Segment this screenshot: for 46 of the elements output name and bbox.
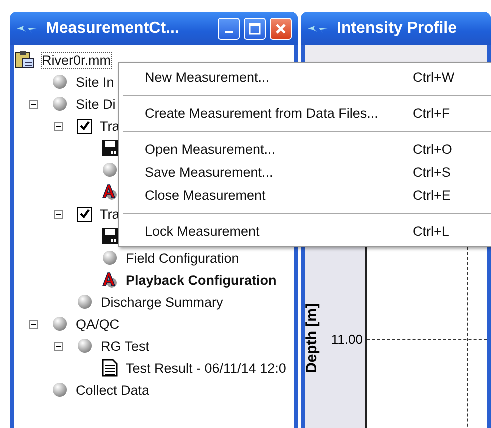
tree-item[interactable]: Field Configuration [126,250,240,266]
sphere-icon [102,250,118,266]
collapse-toggle[interactable] [54,342,63,350]
tree-item[interactable]: Test Result - 06/11/14 12:0 [126,360,286,376]
menu-item[interactable]: Close Measurement Ctrl+E [119,184,491,207]
tree-item[interactable]: Collect Data [76,382,150,398]
tree-item[interactable]: River0r.mm [42,52,112,68]
sphere-icon [52,96,68,112]
window-title: MeasurementCt... [46,20,180,38]
menu-item[interactable]: New Measurement... Ctrl+W [119,66,491,89]
axis-label: Depth [m] [304,304,320,374]
menu-item[interactable]: Lock Measurement Ctrl+L [119,220,491,243]
tree-item[interactable]: Site In [76,74,114,90]
collapse-toggle[interactable] [29,100,38,108]
minimize-icon [225,31,233,33]
document-icon [102,359,118,377]
sphere-icon [102,162,118,178]
checkbox[interactable] [77,118,92,134]
window-title: Intensity Profile [337,20,458,38]
checkbox[interactable] [77,206,92,222]
collapse-toggle[interactable] [54,122,63,130]
project-icon [14,50,36,70]
collapse-toggle[interactable] [54,210,63,218]
menu-item[interactable]: Create Measurement from Data Files... Ctrl+F [119,102,491,125]
tree-item[interactable]: Playback Configuration [126,272,277,288]
collapse-toggle[interactable] [29,320,38,328]
minimize-button[interactable] [218,18,240,40]
tree-item[interactable]: Site Di [76,96,116,112]
sphere-icon [52,316,68,332]
maximize-icon [249,22,261,34]
font-icon [102,272,118,288]
sphere-icon [52,74,68,90]
maximize-button[interactable] [244,18,266,40]
tree-item[interactable]: QA/QC [76,316,120,332]
close-icon [275,22,287,34]
tick-label: 11.00 [331,332,363,347]
menu-item[interactable]: Save Measurement... Ctrl+S [119,161,491,184]
logo-icon [307,24,329,34]
tree-item[interactable]: Discharge Summary [101,294,224,310]
logo-icon [16,24,38,34]
close-button[interactable] [270,18,292,40]
sphere-icon [77,338,93,354]
tree-item[interactable]: RG Test [101,338,150,354]
sphere-icon [52,382,68,398]
sphere-icon [77,294,93,310]
menu-item[interactable]: Open Measurement... Ctrl+O [119,138,491,161]
